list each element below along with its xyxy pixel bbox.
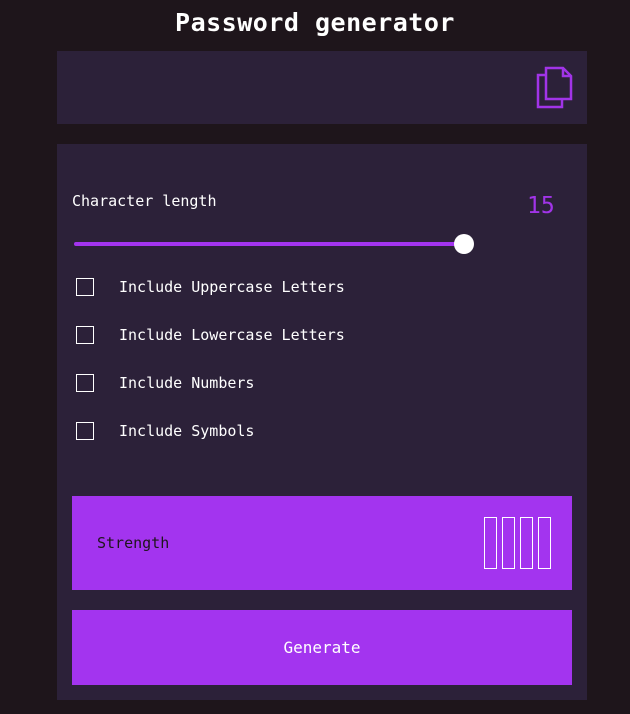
option-uppercase[interactable]: Include Uppercase Letters [76, 276, 496, 298]
generate-button[interactable]: Generate [72, 610, 572, 685]
strength-meter: Strength [72, 496, 572, 590]
character-length-label: Character length [72, 192, 217, 210]
option-symbols[interactable]: Include Symbols [76, 420, 496, 442]
option-label: Include Symbols [119, 422, 255, 440]
option-label: Include Lowercase Letters [119, 326, 345, 344]
strength-bars [484, 517, 551, 569]
option-label: Include Uppercase Letters [119, 278, 345, 296]
strength-bar [520, 517, 533, 569]
uppercase-checkbox[interactable] [76, 278, 94, 296]
strength-bar [502, 517, 515, 569]
strength-label: Strength [97, 534, 170, 552]
strength-bar [484, 517, 497, 569]
option-numbers[interactable]: Include Numbers [76, 372, 496, 394]
settings-panel: Character length 15 Include Uppercase Le… [57, 144, 587, 700]
option-lowercase[interactable]: Include Lowercase Letters [76, 324, 496, 346]
copy-icon[interactable] [535, 65, 573, 111]
lowercase-checkbox[interactable] [76, 326, 94, 344]
character-length-value: 15 [527, 193, 555, 219]
generate-label: Generate [283, 638, 361, 657]
slider-thumb[interactable] [454, 234, 475, 254]
page-title: Password generator [175, 8, 455, 37]
numbers-checkbox[interactable] [76, 374, 94, 392]
slider-track [74, 242, 465, 246]
symbols-checkbox[interactable] [76, 422, 94, 440]
password-output [57, 51, 587, 124]
length-slider[interactable] [74, 234, 475, 254]
strength-bar [538, 517, 551, 569]
option-label: Include Numbers [119, 374, 255, 392]
